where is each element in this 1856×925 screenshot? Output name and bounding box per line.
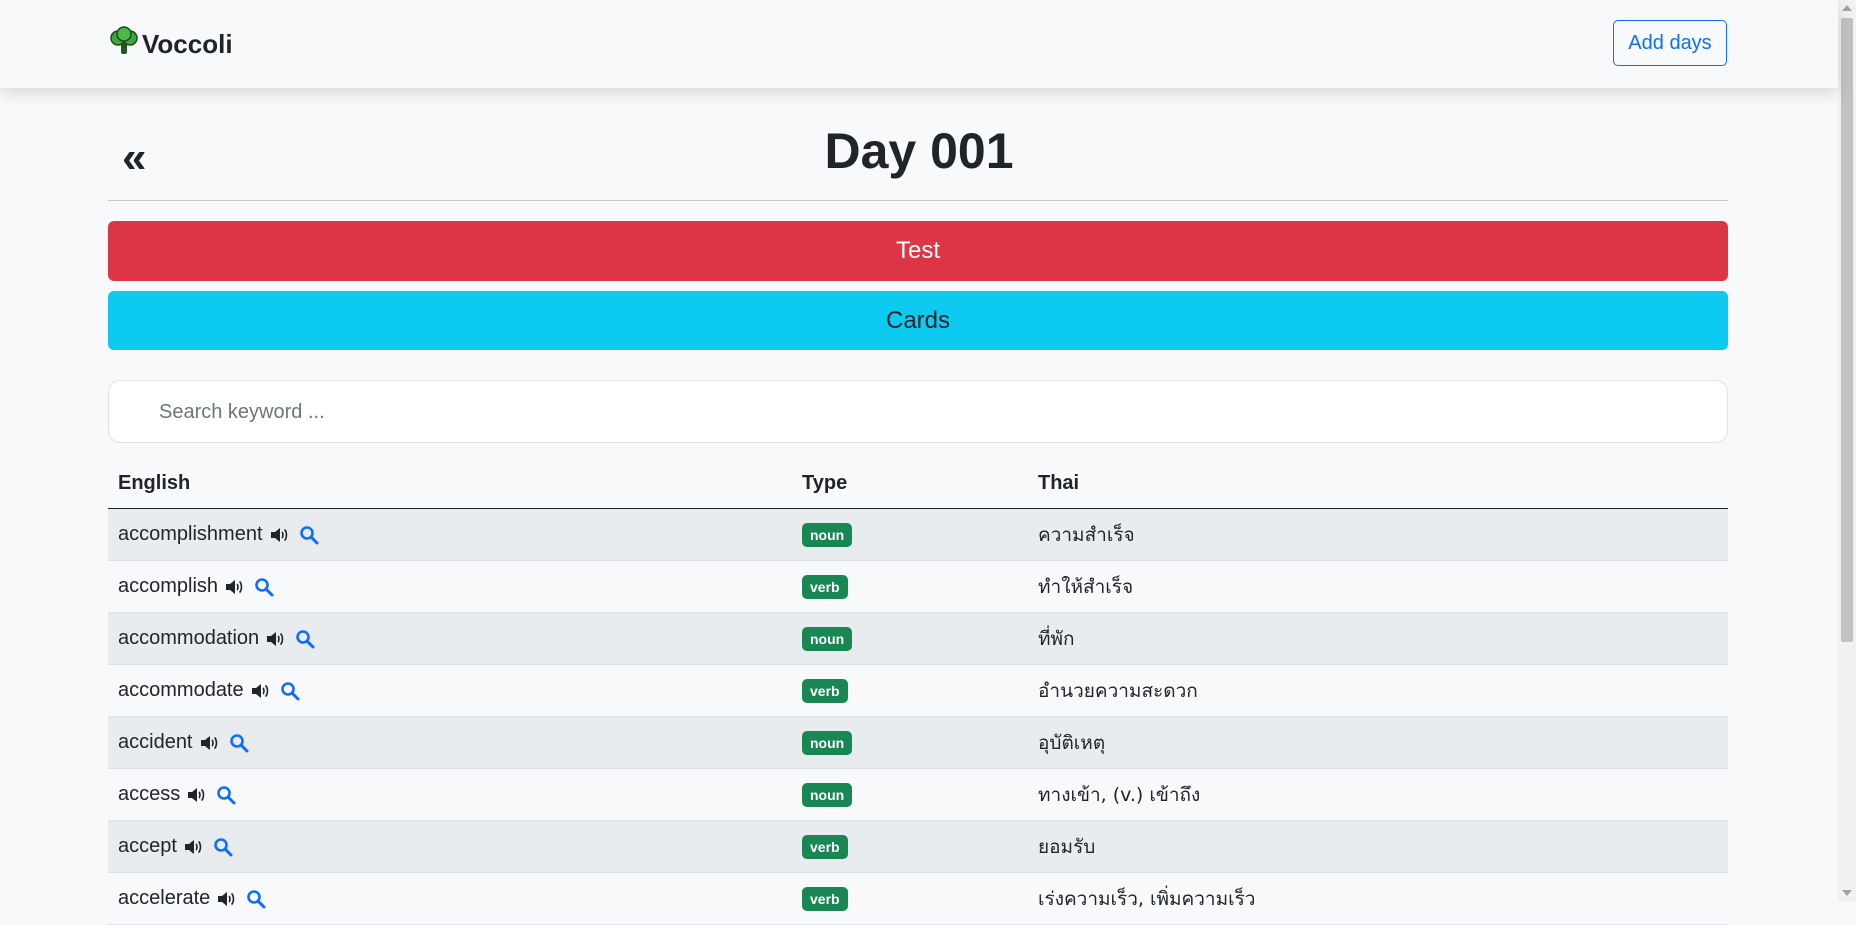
table-row: accommodate verb อำนวยความสะดวก xyxy=(108,665,1728,717)
type-badge: noun xyxy=(802,626,853,651)
type-cell: verb xyxy=(802,873,848,924)
vocabulary-table: English Type Thai accomplishment noun ความ… xyxy=(108,460,1728,925)
english-cell: accommodate xyxy=(118,665,300,716)
english-cell: accomplishment xyxy=(118,509,319,560)
english-word: access xyxy=(118,783,181,805)
search-icon[interactable] xyxy=(216,785,236,805)
search-placeholder: Search keyword ... xyxy=(159,401,325,423)
table-row: accept verb ยอมรับ xyxy=(108,821,1728,873)
speaker-icon[interactable] xyxy=(224,578,244,596)
type-badge: verb xyxy=(802,886,848,911)
table-header: English Type Thai xyxy=(108,460,1728,509)
type-badge: noun xyxy=(802,782,853,807)
search-icon[interactable] xyxy=(246,889,266,909)
english-word: accomplish xyxy=(118,575,219,597)
search-icon[interactable] xyxy=(229,733,249,753)
english-cell: accommodation xyxy=(118,613,315,664)
speaker-icon[interactable] xyxy=(269,526,289,544)
broccoli-icon xyxy=(108,25,140,64)
search-icon[interactable] xyxy=(254,577,274,597)
thai-cell: ที่พัก xyxy=(1038,627,1075,650)
type-badge: verb xyxy=(802,678,848,703)
table-row: accelerate verb เร่งความเร็ว, เพิ่มความเร็… xyxy=(108,873,1728,925)
english-word: accommodation xyxy=(118,627,260,649)
brand-link[interactable]: Voccoli xyxy=(108,25,233,64)
speaker-icon[interactable] xyxy=(250,682,270,700)
test-button[interactable]: Test xyxy=(108,221,1728,281)
english-cell: accelerate xyxy=(118,873,266,924)
table-row: accident noun อุบัติเหตุ xyxy=(108,717,1728,769)
type-cell: verb xyxy=(802,665,848,716)
table-body: accomplishment noun ความสำเร็จ accomplish ve… xyxy=(108,509,1728,925)
header-english: English xyxy=(118,472,191,494)
thai-cell: ทางเข้า, (v.) เข้าถึง xyxy=(1038,783,1201,806)
cards-button[interactable]: Cards xyxy=(108,291,1728,350)
scroll-down-arrow[interactable] xyxy=(1842,890,1852,896)
english-cell: accomplish xyxy=(118,561,274,612)
speaker-icon[interactable] xyxy=(199,734,219,752)
brand-name: Voccoli xyxy=(142,28,233,59)
search-input[interactable]: Search keyword ... xyxy=(108,380,1728,443)
navbar: Voccoli Add days xyxy=(0,0,1838,88)
search-icon[interactable] xyxy=(280,681,300,701)
type-badge: verb xyxy=(802,834,848,859)
type-cell: noun xyxy=(802,717,853,768)
english-cell: accident xyxy=(118,717,249,768)
scrollbar[interactable] xyxy=(1838,0,1856,901)
speaker-icon[interactable] xyxy=(216,890,236,908)
search-icon[interactable] xyxy=(299,525,319,545)
english-word: accept xyxy=(118,835,177,857)
scroll-up-arrow[interactable] xyxy=(1842,5,1852,11)
type-cell: noun xyxy=(802,769,853,820)
thai-cell: ยอมรับ xyxy=(1038,835,1096,858)
english-word: accommodate xyxy=(118,679,244,701)
search-icon[interactable] xyxy=(213,837,233,857)
thai-cell: ทำให้สำเร็จ xyxy=(1038,575,1134,598)
thai-cell: ความสำเร็จ xyxy=(1038,523,1135,546)
thai-cell: อำนวยความสะดวก xyxy=(1038,679,1198,702)
english-word: accident xyxy=(118,731,193,753)
type-cell: verb xyxy=(802,821,848,872)
speaker-icon[interactable] xyxy=(265,630,285,648)
header-thai: Thai xyxy=(1038,472,1080,494)
divider xyxy=(108,200,1728,201)
table-row: access noun ทางเข้า, (v.) เข้าถึง xyxy=(108,769,1728,821)
table-row: accomplish verb ทำให้สำเร็จ xyxy=(108,561,1728,613)
thai-cell: อุบัติเหตุ xyxy=(1038,731,1106,754)
scrollbar-thumb[interactable] xyxy=(1841,18,1853,642)
add-days-button[interactable]: Add days xyxy=(1613,20,1727,66)
english-word: accelerate xyxy=(118,887,211,909)
type-badge: noun xyxy=(802,522,853,547)
speaker-icon[interactable] xyxy=(186,786,206,804)
type-badge: verb xyxy=(802,574,848,599)
english-cell: access xyxy=(118,769,236,820)
type-cell: noun xyxy=(802,509,853,560)
table-row: accommodation noun ที่พัก xyxy=(108,613,1728,665)
speaker-icon[interactable] xyxy=(183,838,203,856)
search-icon[interactable] xyxy=(295,629,315,649)
english-word: accomplishment xyxy=(118,523,263,545)
table-row: accomplishment noun ความสำเร็จ xyxy=(108,509,1728,561)
back-button[interactable]: « xyxy=(122,136,146,180)
type-cell: noun xyxy=(802,613,853,664)
page-title: Day 001 xyxy=(824,123,1014,179)
english-cell: accept xyxy=(118,821,233,872)
header-type: Type xyxy=(802,472,848,494)
type-cell: verb xyxy=(802,561,848,612)
thai-cell: เร่งความเร็ว, เพิ่มความเร็ว xyxy=(1038,887,1256,910)
type-badge: noun xyxy=(802,730,853,755)
